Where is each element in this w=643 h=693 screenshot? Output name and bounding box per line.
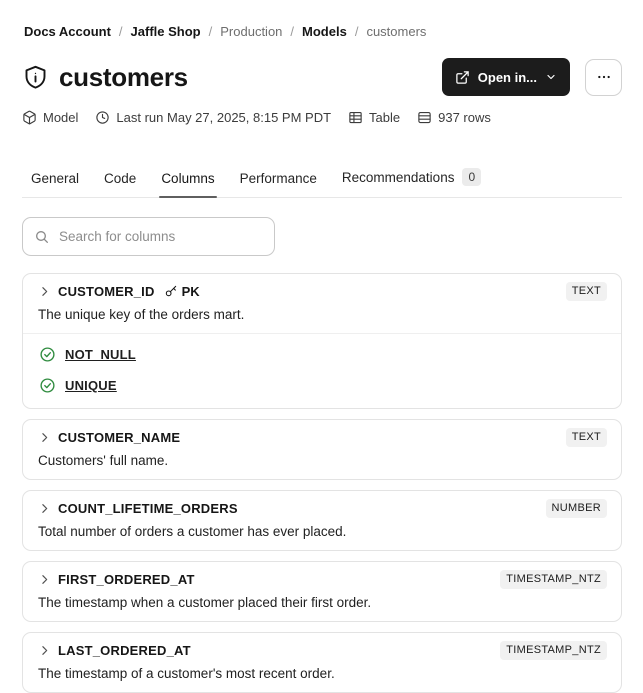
breadcrumb-separator: / <box>208 24 213 39</box>
column-description: The timestamp of a customer's most recen… <box>38 666 335 681</box>
breadcrumb-separator: / <box>354 24 359 39</box>
column-card-first-ordered-at: FIRST_ORDERED_AT TIMESTAMP_NTZ The times… <box>22 561 622 622</box>
column-name: LAST_ORDERED_AT <box>58 642 191 658</box>
test-link-unique[interactable]: UNIQUE <box>65 378 117 393</box>
column-list: CUSTOMER_ID PK TEXT The unique key of th… <box>22 273 622 693</box>
external-link-icon <box>455 70 470 85</box>
meta-row: Model Last run May 27, 2025, 8:15 PM PDT <box>22 110 622 125</box>
column-tests: NOT_NULL UNIQUE <box>23 333 621 408</box>
breadcrumb-item-production[interactable]: Production <box>220 24 282 39</box>
column-name: COUNT_LIFETIME_ORDERS <box>58 500 238 516</box>
primary-key-indicator: PK <box>164 284 200 299</box>
more-options-button[interactable] <box>585 58 622 96</box>
column-card-count-lifetime-orders: COUNT_LIFETIME_ORDERS NUMBER Total numbe… <box>22 490 622 551</box>
chevron-down-icon <box>545 71 557 83</box>
breadcrumb-link-jaffle-shop[interactable]: Jaffle Shop <box>131 24 201 39</box>
meta-label: Model <box>43 110 79 125</box>
meta-item-row-count: 937 rows <box>417 110 491 125</box>
open-in-button-label: Open in... <box>477 69 537 85</box>
column-name: FIRST_ORDERED_AT <box>58 571 195 587</box>
tab-general[interactable]: General <box>31 171 79 197</box>
column-description: Total number of orders a customer has ev… <box>38 524 347 539</box>
meta-label: Last run May 27, 2025, 8:15 PM PDT <box>116 110 332 125</box>
check-circle-icon <box>39 346 56 363</box>
cube-icon <box>22 110 37 125</box>
breadcrumb-link-docs-account[interactable]: Docs Account <box>24 24 111 39</box>
column-type-badge: TIMESTAMP_NTZ <box>500 569 607 589</box>
shield-exclamation-icon <box>22 64 49 91</box>
breadcrumb-link-models[interactable]: Models <box>302 24 347 39</box>
chevron-right-icon[interactable] <box>38 573 51 586</box>
column-card-customer-id: CUSTOMER_ID PK TEXT The unique key of th… <box>22 273 622 409</box>
meta-label: 937 rows <box>438 110 491 125</box>
column-type-badge: TIMESTAMP_NTZ <box>500 640 607 660</box>
title-bar: customers Open in... <box>22 58 622 96</box>
page-title: customers <box>59 61 188 92</box>
tab-columns[interactable]: Columns <box>159 171 217 198</box>
test-link-not-null[interactable]: NOT_NULL <box>65 347 136 362</box>
key-icon <box>164 284 178 298</box>
column-type-badge: NUMBER <box>545 498 607 518</box>
ellipsis-icon <box>596 69 612 85</box>
tab-code[interactable]: Code <box>104 171 136 197</box>
primary-key-label: PK <box>181 283 200 299</box>
table-icon <box>348 110 363 125</box>
recommendations-count-badge: 0 <box>462 168 482 186</box>
breadcrumb: Docs Account / Jaffle Shop / Production … <box>22 24 622 39</box>
chevron-right-icon[interactable] <box>38 502 51 515</box>
chevron-right-icon[interactable] <box>38 285 51 298</box>
test-row: UNIQUE <box>39 377 606 394</box>
column-name: CUSTOMER_ID <box>58 283 155 299</box>
column-description: Customers' full name. <box>38 453 169 468</box>
page: Docs Account / Jaffle Shop / Production … <box>0 0 643 693</box>
column-description: The timestamp when a customer placed the… <box>38 595 372 610</box>
tab-performance[interactable]: Performance <box>240 171 317 197</box>
chevron-right-icon[interactable] <box>38 431 51 444</box>
rows-icon <box>417 110 432 125</box>
tab-recommendations[interactable]: Recommendations 0 <box>341 168 482 197</box>
test-row: NOT_NULL <box>39 346 606 363</box>
search-box <box>22 217 275 256</box>
search-input[interactable] <box>59 229 263 244</box>
column-card-customer-name: CUSTOMER_NAME TEXT Customers' full name. <box>22 419 622 480</box>
column-name: CUSTOMER_NAME <box>58 429 181 445</box>
breadcrumb-separator: / <box>118 24 123 39</box>
meta-label: Table <box>369 110 401 125</box>
breadcrumb-separator: / <box>290 24 295 39</box>
column-type-badge: TEXT <box>565 281 607 301</box>
tab-bar: General Code Columns Performance Recomme… <box>22 168 622 198</box>
tab-recommendations-label: Recommendations <box>341 169 455 185</box>
meta-item-model-type: Model <box>22 110 78 125</box>
open-in-button[interactable]: Open in... <box>441 58 570 96</box>
column-type-badge: TEXT <box>565 427 607 447</box>
check-circle-icon <box>39 377 56 394</box>
meta-item-last-run: Last run May 27, 2025, 8:15 PM PDT <box>95 110 331 125</box>
column-description: The unique key of the orders mart. <box>38 307 245 322</box>
breadcrumb-item-customers: customers <box>366 24 427 39</box>
search-icon <box>34 229 50 245</box>
clock-icon <box>95 110 110 125</box>
column-card-last-ordered-at: LAST_ORDERED_AT TIMESTAMP_NTZ The timest… <box>22 632 622 693</box>
meta-item-materialization: Table <box>348 110 400 125</box>
chevron-right-icon[interactable] <box>38 644 51 657</box>
